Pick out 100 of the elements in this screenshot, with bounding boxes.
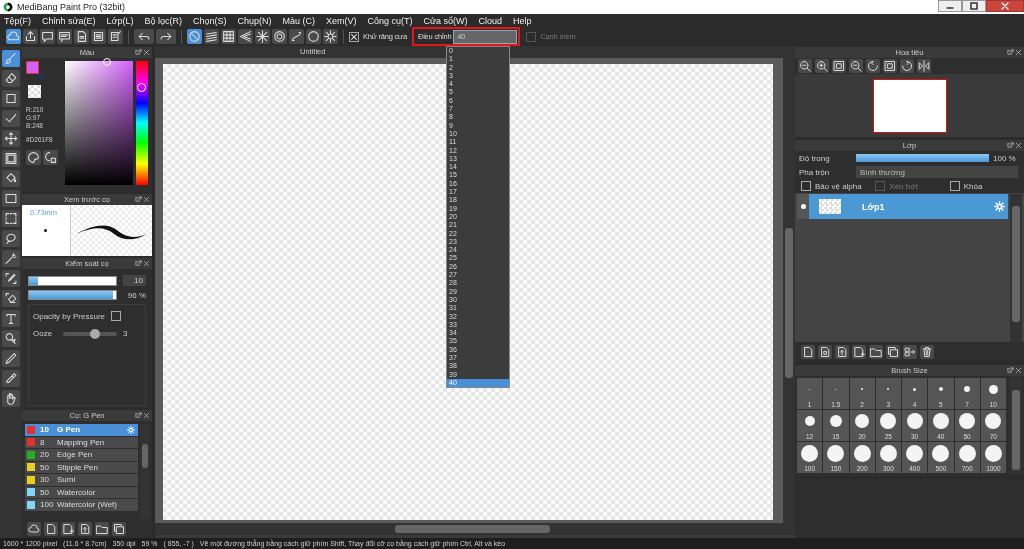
menu-item[interactable]: Công cụ(T): [367, 15, 413, 26]
scrollbar[interactable]: [140, 424, 150, 518]
selection-icon[interactable]: [2, 210, 20, 227]
brush-list-item[interactable]: 8 Mapping Pen: [25, 436, 138, 448]
layer-opacity-slider[interactable]: [856, 154, 989, 162]
checkbox[interactable]: [949, 181, 960, 191]
brush-list-item[interactable]: 30 Sumi: [25, 474, 138, 486]
lasso-icon[interactable]: [2, 230, 20, 247]
scrollbar[interactable]: [1010, 194, 1022, 342]
popout-icon[interactable]: [135, 260, 142, 267]
text-tool-icon[interactable]: [2, 310, 20, 327]
popout-icon[interactable]: [135, 196, 142, 203]
new-page-icon[interactable]: [44, 522, 58, 536]
hand-icon[interactable]: [2, 390, 20, 407]
close-icon[interactable]: [143, 412, 150, 419]
foreground-color-swatch[interactable]: [26, 61, 39, 74]
brush-size-slider[interactable]: [28, 275, 117, 286]
menu-item[interactable]: Tệp(F): [4, 15, 31, 26]
menu-item[interactable]: Chọn(S): [193, 15, 227, 26]
popout-icon[interactable]: [135, 412, 142, 419]
folder-icon[interactable]: [869, 345, 883, 359]
brush-list-item[interactable]: 50 Watercolor: [25, 486, 138, 498]
brush-list-item[interactable]: 20 Edge Pen: [25, 449, 138, 461]
document-icon[interactable]: [74, 29, 89, 44]
popout-icon[interactable]: [1007, 49, 1014, 56]
scrollbar[interactable]: [1010, 378, 1022, 474]
move-icon[interactable]: [2, 130, 20, 147]
selection-pen-icon[interactable]: [2, 270, 20, 287]
settings-icon[interactable]: [323, 29, 338, 44]
opacity-slider[interactable]: [28, 290, 117, 300]
menu-item[interactable]: Cloud: [478, 15, 503, 26]
speech-bubble-icon[interactable]: [40, 29, 55, 44]
redo-icon[interactable]: [156, 29, 176, 44]
folder-icon[interactable]: [95, 522, 109, 536]
eraser-icon[interactable]: [2, 70, 20, 87]
menu-item[interactable]: Chụp(N): [237, 15, 272, 26]
new-page-icon[interactable]: [801, 345, 815, 359]
merge-icon[interactable]: [903, 345, 917, 359]
background-color-swatch[interactable]: [38, 73, 44, 79]
maximize-button[interactable]: [962, 0, 986, 12]
menu-item[interactable]: Chỉnh sửa(E): [42, 15, 96, 26]
checklist-icon[interactable]: [108, 29, 123, 44]
zoom-in-icon[interactable]: [815, 59, 829, 73]
color-history-icon[interactable]: [43, 150, 58, 165]
blend-mode-dropdown[interactable]: Bình thường: [856, 166, 1018, 178]
minimize-button[interactable]: [938, 0, 962, 12]
add-layer-icon[interactable]: [61, 522, 75, 536]
cloud-icon[interactable]: [27, 522, 41, 536]
close-icon[interactable]: [143, 260, 150, 267]
circle-icon[interactable]: [306, 29, 321, 44]
opacity-by-pressure-checkbox[interactable]: [111, 311, 122, 321]
duplicate-icon[interactable]: [112, 522, 126, 536]
transparent-swatch[interactable]: [28, 85, 41, 98]
eyedropper-icon[interactable]: [2, 370, 20, 387]
popout-icon[interactable]: [135, 49, 142, 56]
close-icon[interactable]: [143, 196, 150, 203]
menu-item[interactable]: Bộ lọc(R): [144, 15, 182, 26]
fit-screen-icon[interactable]: [883, 59, 897, 73]
canvas[interactable]: [163, 64, 773, 520]
concentric-circles-icon[interactable]: [272, 29, 287, 44]
visibility-toggle[interactable]: [797, 194, 809, 219]
upload-icon[interactable]: [23, 29, 38, 44]
menu-item[interactable]: Help: [513, 15, 532, 26]
trash-icon[interactable]: [920, 345, 934, 359]
export-icon[interactable]: [835, 345, 849, 359]
brush-list-item[interactable]: 100 Watercolor (Wet): [25, 499, 138, 511]
radial-lines-icon[interactable]: [255, 29, 270, 44]
horizontal-scrollbar[interactable]: [155, 523, 795, 535]
close-icon[interactable]: [1015, 49, 1022, 56]
rotate-right-icon[interactable]: [900, 59, 914, 73]
menu-item[interactable]: Lớp(L): [106, 15, 134, 26]
menu-item[interactable]: Xem(V): [326, 15, 357, 26]
add-layer-icon[interactable]: [852, 345, 866, 359]
duplicate-icon[interactable]: [886, 345, 900, 359]
zoom-icon[interactable]: [798, 59, 812, 73]
flip-icon[interactable]: [917, 59, 931, 73]
list-icon[interactable]: [91, 29, 106, 44]
undo-icon[interactable]: [134, 29, 154, 44]
close-icon[interactable]: [143, 49, 150, 56]
fit-screen-icon[interactable]: [832, 59, 846, 73]
canvas-thumbnail[interactable]: [872, 78, 947, 133]
hue-slider[interactable]: [136, 61, 148, 185]
ooze-slider[interactable]: [63, 331, 117, 336]
copy-page-icon[interactable]: [818, 345, 832, 359]
export-icon[interactable]: [78, 522, 92, 536]
close-icon[interactable]: [1015, 367, 1022, 374]
rotate-left-icon[interactable]: [866, 59, 880, 73]
parallel-lines-icon[interactable]: [204, 29, 219, 44]
gear-icon[interactable]: [994, 201, 1005, 212]
zoom-out-icon[interactable]: [849, 59, 863, 73]
selection-eraser-icon[interactable]: [2, 290, 20, 307]
popout-icon[interactable]: [1007, 142, 1014, 149]
magic-wand-icon[interactable]: [2, 250, 20, 267]
gradient-icon[interactable]: [2, 190, 20, 207]
paint-bucket-icon[interactable]: [2, 170, 20, 187]
checkbox[interactable]: [801, 181, 811, 191]
grid-icon[interactable]: [221, 29, 236, 44]
comment-icon[interactable]: [57, 29, 72, 44]
color-field[interactable]: [65, 61, 133, 185]
antialias-checkbox[interactable]: [349, 31, 359, 42]
